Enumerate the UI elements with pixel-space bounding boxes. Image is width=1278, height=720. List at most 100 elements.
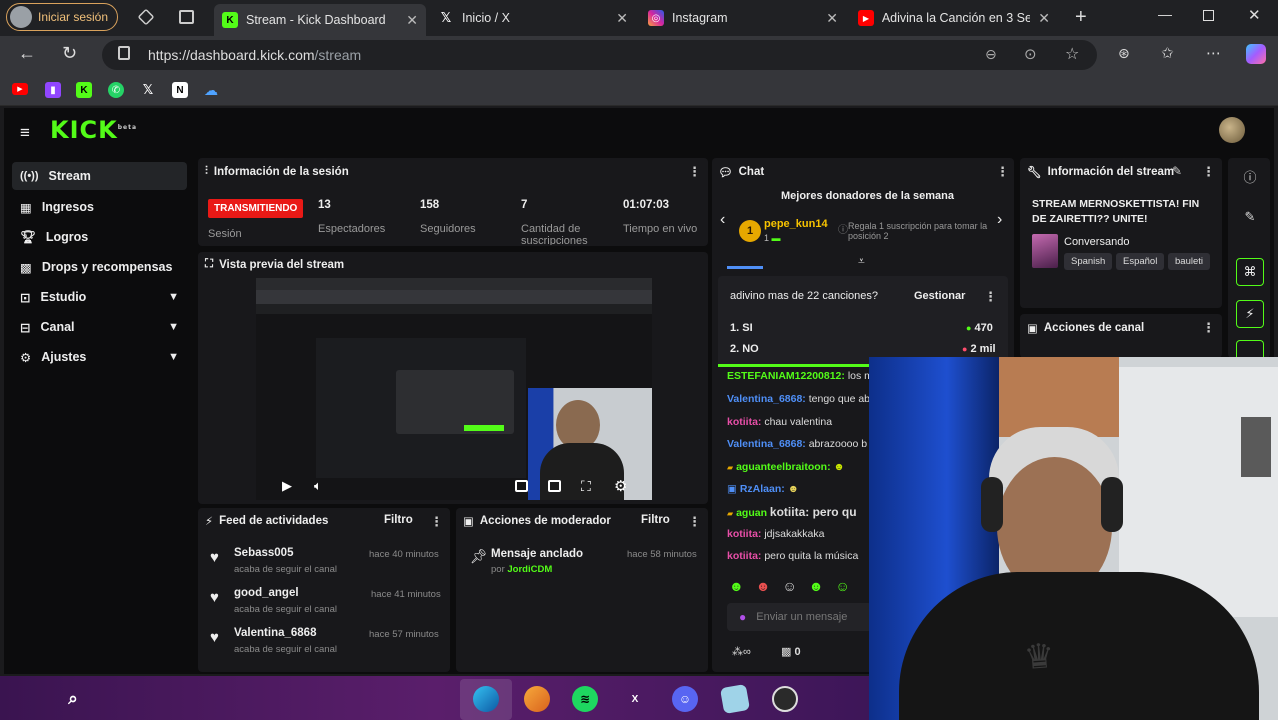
sidebar-item-ingresos[interactable]: ▦ Ingresos: [12, 193, 187, 221]
emote-icon[interactable]: ☺: [836, 578, 850, 594]
sidebar-item-canal[interactable]: ⊟ Canal ▼: [12, 313, 187, 341]
chat-user[interactable]: aguanteelbraitoon:: [736, 461, 831, 473]
favorite-star-icon[interactable]: ☆: [1065, 44, 1079, 64]
sidebar-item-logros[interactable]: 🏆︎ Logros: [12, 223, 187, 251]
user-avatar[interactable]: [1219, 117, 1245, 143]
extensions-icon[interactable]: ⊛: [1118, 45, 1130, 62]
search-icon[interactable]: ⌕: [60, 686, 86, 712]
chevron-left-icon[interactable]: ‹: [720, 211, 725, 229]
session-menu-icon[interactable]: ⋮: [688, 164, 701, 180]
minimize-button[interactable]: —: [1158, 6, 1172, 22]
pinned-message-label[interactable]: Mensaje anclado: [491, 548, 583, 560]
notion-icon[interactable]: N: [172, 82, 188, 98]
whatsapp-icon[interactable]: ✆: [108, 82, 124, 98]
chat-input[interactable]: ● Enviar un mensaje: [727, 603, 872, 631]
close-tab-icon[interactable]: ✕: [826, 10, 838, 27]
chat-menu-icon[interactable]: ⋮: [996, 164, 1009, 180]
xsplit-icon[interactable]: X: [622, 686, 648, 712]
back-icon[interactable]: ←: [18, 43, 36, 64]
stream-preview-video[interactable]: [256, 278, 652, 500]
twitch-icon[interactable]: ▮: [45, 82, 61, 98]
chat-user[interactable]: kotiita:: [727, 528, 761, 540]
fl-studio-icon[interactable]: [524, 686, 550, 712]
reader-icon[interactable]: ⊙: [1024, 45, 1037, 63]
x-icon[interactable]: 𝕏: [140, 82, 156, 98]
stream-tag[interactable]: bauleti: [1168, 253, 1210, 270]
poll-manage-button[interactable]: Gestionar: [914, 290, 965, 302]
play-icon[interactable]: ▶: [282, 478, 292, 494]
mod-filter-button[interactable]: Filtro: [641, 514, 670, 526]
obs-icon[interactable]: [772, 686, 798, 712]
kick-icon[interactable]: K: [76, 82, 92, 98]
copilot-icon[interactable]: [1246, 44, 1266, 64]
favorites-icon[interactable]: ✩: [1161, 44, 1174, 62]
feed-menu-icon[interactable]: ⋮: [430, 514, 443, 530]
emote-icon[interactable]: ☻: [756, 578, 771, 594]
fullscreen-icon[interactable]: ⛶: [581, 478, 591, 495]
feed-user[interactable]: good_angel: [234, 587, 299, 599]
feed-user[interactable]: Valentina_6868: [234, 627, 316, 639]
emotes-menu-icon[interactable]: ⁂∞: [732, 645, 751, 658]
settings-icon[interactable]: ⚙: [614, 477, 627, 495]
tab-youtube[interactable]: ▶ Adivina la Canción en 3 Seg ✕: [850, 4, 1058, 32]
stream-tag[interactable]: Spanish: [1064, 253, 1113, 270]
bolt-icon[interactable]: ⚡︎: [1236, 300, 1264, 328]
tab-instagram[interactable]: ◎ Instagram ✕: [640, 4, 846, 32]
poll-option-2[interactable]: 2. NO: [730, 343, 759, 355]
emote-icon[interactable]: ☻: [809, 578, 824, 594]
chat-user[interactable]: kotiita:: [727, 416, 761, 428]
category-name[interactable]: Conversando: [1064, 236, 1129, 248]
stream-tag[interactable]: Español: [1116, 253, 1165, 270]
edit-pencil-icon[interactable]: ✎: [1236, 203, 1264, 231]
raid-icon[interactable]: ⌘: [1236, 258, 1264, 286]
poll-menu-icon[interactable]: ⋮: [984, 289, 997, 305]
chat-user[interactable]: kotiita:: [727, 550, 761, 562]
donor-name[interactable]: pepe_kun14: [764, 218, 828, 230]
close-tab-icon[interactable]: ✕: [406, 12, 418, 29]
sidebar-item-ajustes[interactable]: ⚙ Ajustes ▼: [12, 343, 187, 371]
emote-icon[interactable]: ☻: [729, 578, 744, 594]
collapse-icon[interactable]: ⩡: [858, 254, 865, 269]
cloud-icon[interactable]: ☁: [203, 82, 219, 98]
windows-icon[interactable]: [12, 688, 32, 708]
chevron-right-icon[interactable]: ›: [997, 211, 1002, 229]
close-tab-icon[interactable]: ✕: [616, 10, 628, 27]
chat-user[interactable]: aguan: [736, 507, 767, 519]
tab-kick-dashboard[interactable]: K Stream - Kick Dashboard ✕: [214, 4, 426, 36]
kick-logo[interactable]: KICKbeta: [50, 116, 137, 144]
more-tools-icon[interactable]: [1236, 340, 1264, 358]
mod-user[interactable]: JordiCDM: [507, 564, 552, 575]
chat-user[interactable]: RzAlaan:: [740, 483, 785, 495]
channel-actions-menu-icon[interactable]: ⋮: [1202, 320, 1215, 336]
chat-user[interactable]: Valentina_6868:: [727, 393, 806, 405]
sidebar-item-estudio[interactable]: ⊡ Estudio ▼: [12, 283, 187, 311]
feed-filter-button[interactable]: Filtro: [384, 514, 413, 526]
volume-icon[interactable]: 🔈︎: [314, 478, 322, 494]
close-tab-icon[interactable]: ✕: [1038, 10, 1050, 27]
spotify-icon[interactable]: ≋: [572, 686, 598, 712]
stream-info-menu-icon[interactable]: ⋮: [1202, 164, 1215, 180]
theater-icon[interactable]: [548, 480, 561, 492]
edge-icon[interactable]: [473, 686, 499, 712]
pip-icon[interactable]: [515, 480, 528, 492]
new-tab-button[interactable]: +: [1075, 6, 1087, 29]
signin-button[interactable]: Iniciar sesión: [6, 3, 118, 31]
notepad-icon[interactable]: [719, 683, 751, 715]
tab-actions-icon[interactable]: [179, 10, 194, 24]
discord-icon[interactable]: ☺: [672, 686, 698, 712]
youtube-icon[interactable]: ▶: [12, 83, 28, 95]
emote-icon[interactable]: ☺: [782, 578, 796, 594]
menu-icon[interactable]: ⋯: [1206, 44, 1221, 62]
zoom-icon[interactable]: ⊖: [985, 46, 997, 63]
mod-menu-icon[interactable]: ⋮: [688, 514, 701, 530]
chat-user[interactable]: Valentina_6868:: [727, 438, 806, 450]
sidebar-item-stream[interactable]: ((•)) Stream: [12, 162, 187, 190]
address-bar[interactable]: https://dashboard.kick.com/stream: [102, 40, 1097, 70]
reload-icon[interactable]: ↻: [62, 43, 77, 64]
restore-button[interactable]: [1203, 10, 1214, 21]
chat-user[interactable]: ESTEFANIAM12200812:: [727, 370, 845, 382]
tab-x[interactable]: 𝕏 Inicio / X ✕: [430, 4, 636, 32]
info-icon[interactable]: ⓘ: [1236, 162, 1264, 190]
poll-option-1[interactable]: 1. SI: [730, 322, 753, 334]
edit-pencil-icon[interactable]: ✎: [1172, 164, 1182, 178]
